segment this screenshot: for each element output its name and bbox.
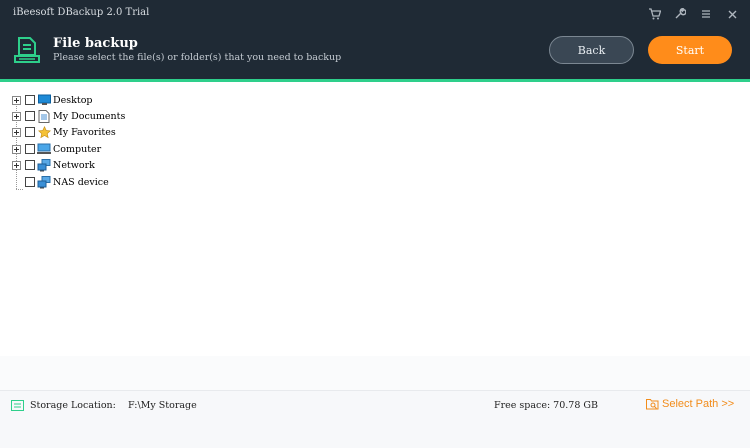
tree-item-label: My Favorites	[53, 126, 116, 138]
documents-icon	[37, 109, 51, 123]
computer-icon	[37, 142, 51, 156]
tree-item-label: NAS device	[53, 176, 109, 188]
app-title: iBeesoft DBackup 2.0 Trial	[13, 7, 150, 18]
tree-checkbox[interactable]	[25, 111, 35, 121]
menu-icon[interactable]	[698, 6, 714, 22]
tree-guide-line	[16, 189, 23, 190]
header-bar: iBeesoft DBackup 2.0 Trial File backup P…	[0, 0, 750, 79]
tree-item-my-documents[interactable]: My Documents	[12, 108, 125, 124]
tree-item-desktop[interactable]: Desktop	[12, 92, 93, 108]
tree-item-my-favorites[interactable]: My Favorites	[12, 124, 116, 140]
tree-item-network[interactable]: Network	[12, 157, 95, 173]
tree-checkbox[interactable]	[25, 144, 35, 154]
window-controls	[646, 6, 740, 22]
select-path-label: Select Path >>	[662, 398, 735, 410]
wrench-icon[interactable]	[672, 6, 688, 22]
page-title: File backup	[53, 36, 138, 51]
start-button[interactable]: Start	[648, 36, 732, 64]
expand-icon[interactable]	[12, 95, 21, 105]
tree-checkbox[interactable]	[25, 160, 35, 170]
storage-location-value: F:\My Storage	[128, 400, 197, 411]
tree-checkbox[interactable]	[25, 127, 35, 137]
tree-item-label: Network	[53, 159, 95, 171]
footer-bar	[0, 390, 750, 448]
tree-item-label: Computer	[53, 143, 102, 155]
tree-checkbox[interactable]	[25, 95, 35, 105]
expand-icon[interactable]	[12, 111, 21, 121]
cart-icon[interactable]	[646, 6, 662, 22]
file-backup-icon	[14, 37, 40, 63]
select-path-link[interactable]: Select Path >>	[646, 398, 734, 410]
expand-icon[interactable]	[12, 127, 21, 137]
accent-divider	[0, 79, 750, 82]
storage-icon	[11, 400, 24, 411]
tree-item-nas-device[interactable]: NAS device	[25, 174, 109, 190]
tree-item-label: Desktop	[53, 94, 93, 106]
tree-item-computer[interactable]: Computer	[12, 141, 101, 157]
storage-location-label: Storage Location:	[30, 400, 116, 411]
star-icon	[37, 125, 51, 139]
close-icon[interactable]	[724, 6, 740, 22]
tree-item-label: My Documents	[53, 110, 126, 122]
desktop-icon	[37, 93, 51, 107]
tree-checkbox[interactable]	[25, 177, 35, 187]
lower-panel	[0, 356, 750, 390]
file-tree: Desktop My Documents My Favorites Comput…	[0, 84, 750, 356]
back-button[interactable]: Back	[549, 36, 634, 64]
expand-icon[interactable]	[12, 144, 21, 154]
nas-icon	[37, 175, 51, 189]
page-subtitle: Please select the file(s) or folder(s) t…	[53, 52, 342, 63]
network-icon	[37, 158, 51, 172]
folder-search-icon	[646, 399, 659, 410]
expand-icon[interactable]	[12, 160, 21, 170]
free-space-label: Free space: 70.78 GB	[494, 400, 598, 411]
